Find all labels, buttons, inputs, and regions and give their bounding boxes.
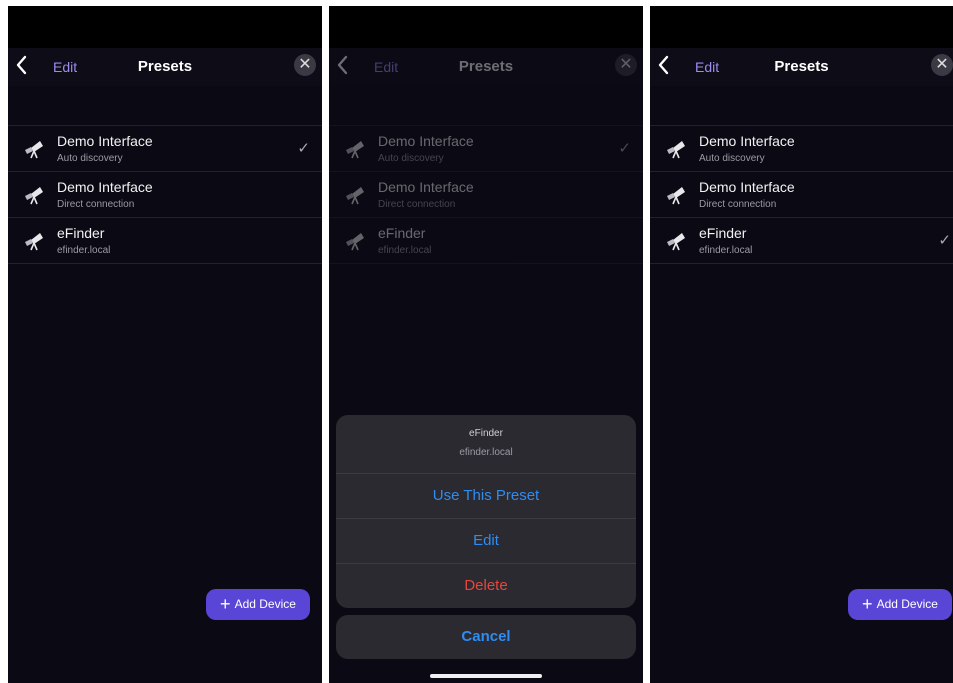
preset-detail: Direct connection [699,199,777,210]
checkmark-icon: ✓ [618,140,631,157]
page-title: Presets [137,58,193,75]
preset-row: Demo Interface Direct connection [329,172,643,218]
telescope-icon [25,141,43,159]
nav-bar: Edit Presets ✕ [329,48,643,86]
status-bar [650,6,953,48]
preset-name: eFinder [378,225,426,241]
preset-detail: Auto discovery [57,153,123,164]
preset-list: Demo Interface Auto discovery ✓ Demo Int… [8,125,322,264]
edit-preset-button[interactable]: Edit [336,519,636,564]
add-device-label: Add Device [876,597,938,611]
telescope-icon [25,187,43,205]
screen-presets-3: Edit Presets ✕ Demo Interface Auto disco… [650,6,953,683]
action-sheet-title: eFinder [469,428,503,439]
add-device-button[interactable]: + Add Device [848,589,952,620]
plus-icon: + [862,594,873,614]
nav-bar: Edit Presets ✕ [650,48,953,86]
status-bar [8,6,322,48]
preset-row[interactable]: Demo Interface Auto discovery ✓ [8,126,322,172]
preset-row: Demo Interface Auto discovery ✓ [329,126,643,172]
action-sheet-header: eFinder efinder.local [336,415,636,474]
preset-row[interactable]: Demo Interface Direct connection [8,172,322,218]
home-indicator [430,674,542,678]
preset-detail: efinder.local [699,245,753,256]
add-device-label: Add Device [234,597,296,611]
preset-list: Demo Interface Auto discovery ✓ Demo Int… [329,125,643,264]
preset-list: Demo Interface Auto discovery Demo Inter… [650,125,953,264]
screen-presets-1: Edit Presets ✕ Demo Interface Auto disco… [8,6,322,683]
delete-preset-button[interactable]: Delete [336,564,636,608]
preset-name: Demo Interface [699,179,795,195]
telescope-icon [667,187,685,205]
cancel-button[interactable]: Cancel [336,615,636,659]
telescope-icon [346,141,364,159]
telescope-icon [25,233,43,251]
preset-name: Demo Interface [699,133,795,149]
preset-detail: Auto discovery [699,153,765,164]
telescope-icon [346,233,364,251]
preset-name: Demo Interface [57,133,153,149]
preset-row[interactable]: eFinder efinder.local ✓ [650,218,953,264]
preset-detail: efinder.local [378,245,432,256]
preset-detail: efinder.local [57,245,111,256]
preset-name: Demo Interface [57,179,153,195]
preset-row[interactable]: Demo Interface Auto discovery [650,126,953,172]
nav-bar: Edit Presets ✕ [8,48,322,86]
status-bar [329,6,643,48]
preset-detail: Direct connection [57,199,135,210]
screen-presets-action-sheet: Edit Presets ✕ Demo Interface Auto disco… [329,6,643,683]
close-button: ✕ [615,54,637,76]
action-sheet: eFinder efinder.local Use This Preset Ed… [336,415,636,608]
telescope-icon [667,141,685,159]
telescope-icon [667,233,685,251]
preset-name: eFinder [57,225,105,241]
use-preset-button[interactable]: Use This Preset [336,474,636,519]
preset-row: eFinder efinder.local [329,218,643,264]
checkmark-icon: ✓ [297,140,310,157]
preset-name: Demo Interface [378,133,474,149]
preset-name: eFinder [699,225,747,241]
close-button[interactable]: ✕ [931,54,953,76]
page-title: Presets [774,58,829,75]
telescope-icon [346,187,364,205]
preset-detail: Direct connection [378,199,456,210]
preset-row[interactable]: eFinder efinder.local [8,218,322,264]
checkmark-icon: ✓ [938,232,951,249]
preset-detail: Auto discovery [378,153,444,164]
plus-icon: + [220,594,231,614]
preset-row[interactable]: Demo Interface Direct connection [650,172,953,218]
action-sheet-subtitle: efinder.local [459,447,513,458]
preset-name: Demo Interface [378,179,474,195]
close-button[interactable]: ✕ [294,54,316,76]
page-title: Presets [458,58,514,75]
add-device-button[interactable]: + Add Device [206,589,310,620]
